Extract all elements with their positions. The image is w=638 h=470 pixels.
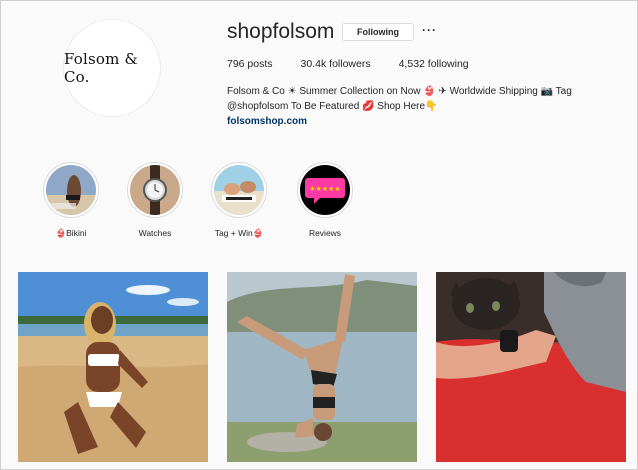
following-button[interactable]: Following — [342, 23, 414, 41]
post-headstand-lake[interactable] — [227, 272, 417, 462]
post-beach-bikini[interactable] — [18, 272, 208, 462]
highlight-watches[interactable]: Watches — [115, 162, 195, 238]
post-kitten-hug[interactable] — [436, 272, 626, 462]
watch-photo-icon — [130, 165, 180, 215]
story-highlights: 👙Bikini Watches Tag + Win👙 ★★★★★ Reviews — [0, 162, 638, 242]
bio-line-1: Folsom & Co ☀ Summer Collection on Now 👙… — [227, 86, 572, 97]
highlight-ring — [211, 162, 267, 218]
tag-win-photo-icon — [214, 165, 264, 215]
highlight-bikini[interactable]: 👙Bikini — [31, 162, 111, 239]
highlight-ring: ★★★★★ — [297, 162, 353, 218]
highlight-ring — [127, 162, 183, 218]
highlight-ring — [43, 162, 99, 218]
highlight-label: 👙Bikini — [55, 228, 87, 238]
highlight-reviews[interactable]: ★★★★★ Reviews — [285, 162, 365, 238]
reviews-stars-icon: ★★★★★ — [300, 165, 350, 215]
highlight-tag-win[interactable]: Tag + Win👙 — [199, 162, 279, 239]
more-options-icon[interactable]: ··· — [422, 23, 437, 37]
highlight-label: Reviews — [308, 228, 342, 238]
profile-stats: 796 posts 30.4k followers 4,532 followin… — [227, 58, 497, 70]
posts-count: 796 posts — [227, 58, 273, 70]
following-count[interactable]: 4,532 following — [399, 58, 469, 70]
svg-text:★★★★★: ★★★★★ — [309, 185, 340, 193]
avatar-logo-text: Folsom & Co. — [64, 50, 139, 86]
followers-count[interactable]: 30.4k followers — [301, 58, 371, 70]
profile-bio: Folsom & Co ☀ Summer Collection on Now 👙… — [227, 84, 627, 129]
bio-line-2: @shopfolsom To Be Featured 💋 Shop Here👇 — [227, 101, 438, 112]
highlight-label: Watches — [138, 228, 172, 238]
highlight-label: Tag + Win👙 — [214, 228, 264, 238]
profile-avatar[interactable]: Folsom & Co. — [64, 20, 160, 116]
bio-website-link[interactable]: folsomshop.com — [227, 116, 307, 127]
profile-username: shopfolsom — [227, 20, 335, 43]
bikini-photo-icon — [46, 165, 96, 215]
posts-grid — [18, 272, 626, 462]
